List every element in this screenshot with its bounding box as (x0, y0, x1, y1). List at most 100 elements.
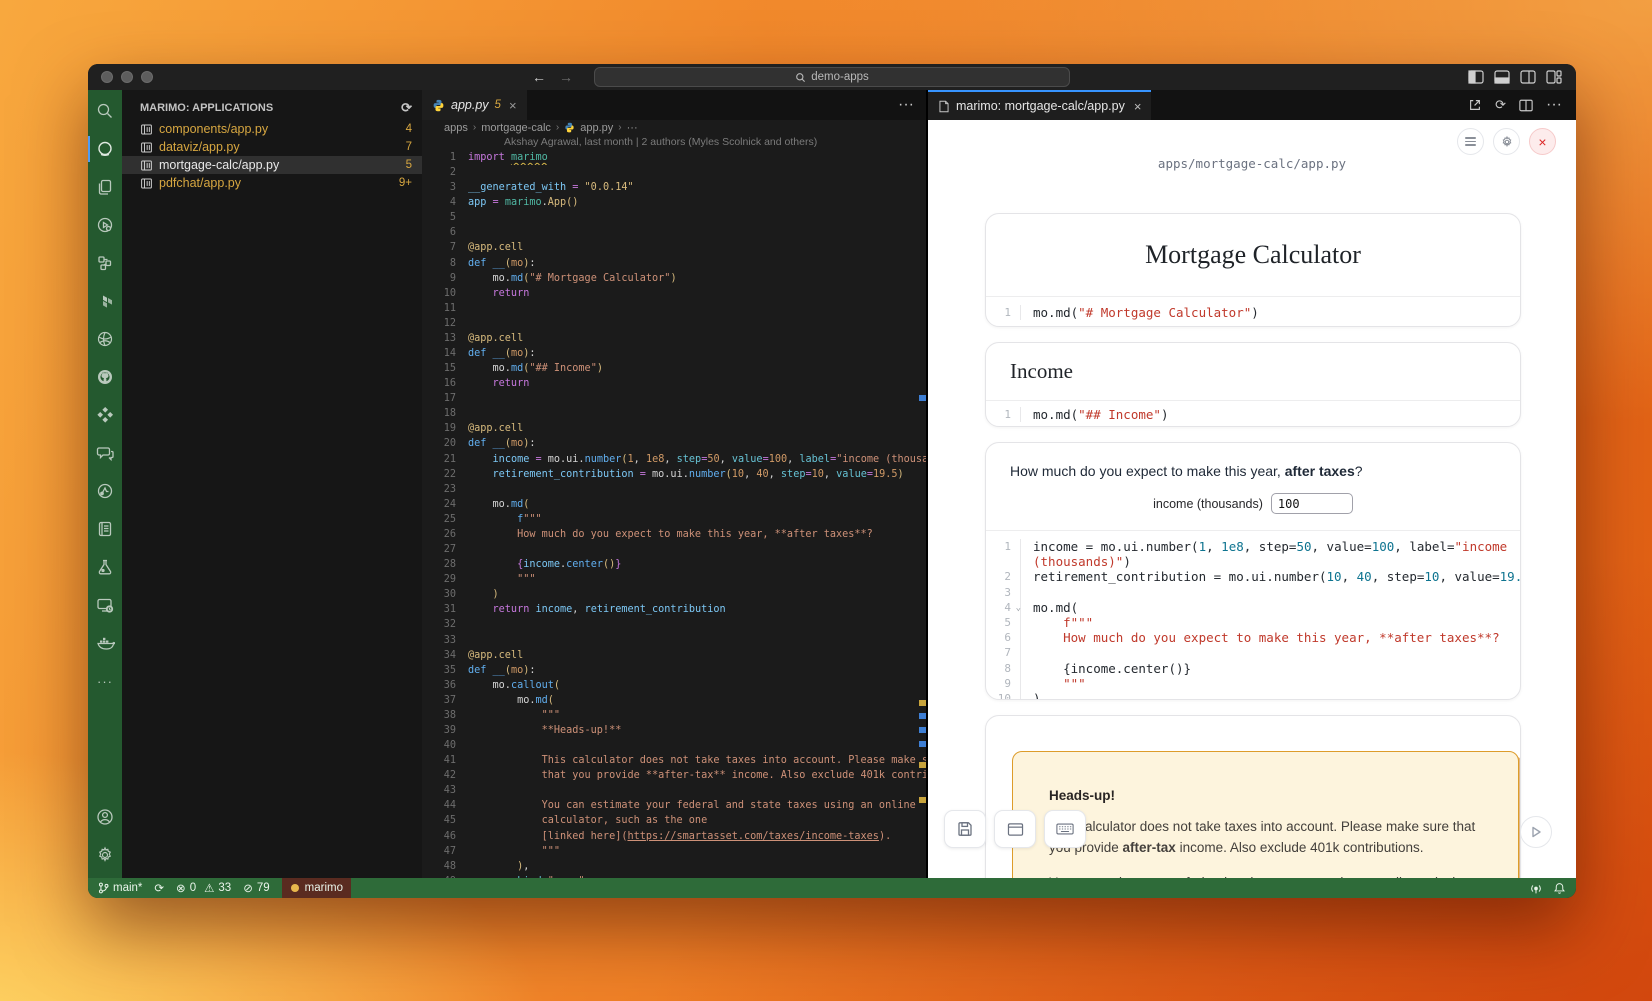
broadcast-icon[interactable] (1529, 882, 1543, 895)
code-line[interactable]: 18 (422, 406, 926, 421)
code-line[interactable]: 46 [linked here](https://smartasset.com/… (422, 829, 926, 844)
account-icon[interactable] (88, 798, 122, 836)
notebook-activity-icon[interactable] (88, 510, 122, 548)
code-line[interactable]: 44 You can estimate your federal and sta… (422, 798, 926, 813)
tab-marimo-webview[interactable]: marimo: mortgage-calc/app.py × (928, 90, 1151, 120)
tab-app-py[interactable]: app.py 5 × (422, 90, 527, 120)
close-tab-icon[interactable]: × (1134, 99, 1142, 114)
sidebar-file[interactable]: components/app.py4 (122, 120, 422, 138)
remote-monitor-activity-icon[interactable] (88, 586, 122, 624)
bell-icon[interactable] (1553, 882, 1566, 895)
code-line[interactable]: 39 **Heads-up!** (422, 723, 926, 738)
open-external-icon[interactable] (1468, 98, 1482, 112)
editor-more-actions-icon[interactable]: ··· (898, 96, 914, 114)
settings-gear-icon[interactable] (88, 836, 122, 874)
reload-webview-icon[interactable]: ⟳ (1495, 97, 1506, 113)
close-app-button[interactable]: × (1529, 128, 1556, 155)
breadcrumb-apps[interactable]: apps (444, 122, 468, 134)
sidebar-file[interactable]: mortgage-calc/app.py5 (122, 156, 422, 174)
toggle-sidebar-icon[interactable] (1468, 70, 1484, 84)
sidebar-file[interactable]: pdfchat/app.py9+ (122, 174, 422, 192)
docker-activity-icon[interactable] (88, 624, 122, 662)
code-line[interactable]: 16 return (422, 376, 926, 391)
problems-item[interactable]: ⊗0 ⚠33 (176, 881, 231, 895)
code-line[interactable]: 13@app.cell (422, 331, 926, 346)
code-line[interactable]: 32 (422, 617, 926, 632)
minimize-window-button[interactable] (121, 71, 133, 83)
forward-arrow-icon[interactable]: → (559, 69, 573, 85)
menu-button[interactable] (1457, 128, 1484, 155)
code-line[interactable]: 35def __(mo): (422, 663, 926, 678)
run-app-button[interactable] (1520, 816, 1552, 848)
code-line[interactable]: 6 (422, 225, 926, 240)
secondary-count-item[interactable]: ⊘79 (243, 881, 269, 895)
globe-activity-icon[interactable] (88, 320, 122, 358)
code-line[interactable]: 11 (422, 301, 926, 316)
code-line[interactable]: 41 This calculator does not take taxes i… (422, 753, 926, 768)
search-activity-icon[interactable] (88, 92, 122, 130)
zoom-window-button[interactable] (141, 71, 153, 83)
code-line[interactable]: 12 (422, 316, 926, 331)
git-branch-item[interactable]: main* (98, 882, 142, 894)
test-beaker-activity-icon[interactable] (88, 548, 122, 586)
code-line[interactable]: 45 calculator, such as the one (422, 813, 926, 828)
app-settings-button[interactable] (1493, 128, 1520, 155)
toggle-panel-icon[interactable] (1494, 70, 1510, 84)
terraform-activity-icon[interactable] (88, 282, 122, 320)
code-line[interactable]: 37 mo.md( (422, 693, 926, 708)
code-line[interactable]: 8def __(mo): (422, 256, 926, 271)
code-line[interactable]: 3__generated_with = "0.0.14" (422, 180, 926, 195)
code-line[interactable]: 1import marimo (422, 150, 926, 165)
breadcrumb-folder[interactable]: mortgage-calc (481, 122, 551, 134)
close-tab-icon[interactable]: × (509, 98, 517, 113)
save-button[interactable] (944, 810, 986, 848)
code-line[interactable]: 28 {income.center()} (422, 557, 926, 572)
run-circle-activity-icon[interactable] (88, 206, 122, 244)
income-number-input[interactable] (1271, 493, 1353, 514)
code-line[interactable]: 10 return (422, 286, 926, 301)
code-line[interactable]: 5 (422, 210, 926, 225)
code-line[interactable]: 31 return income, retirement_contributio… (422, 602, 926, 617)
split-editor-icon[interactable] (1519, 99, 1533, 112)
code-line[interactable]: 25 f""" (422, 512, 926, 527)
code-line[interactable]: 42 that you provide **after-tax** income… (422, 768, 926, 783)
keyboard-shortcuts-button[interactable] (1044, 810, 1086, 848)
code-line[interactable]: 14def __(mo): (422, 346, 926, 361)
code-line[interactable]: 47 """ (422, 844, 926, 859)
code-line[interactable]: 43 (422, 783, 926, 798)
code-line[interactable]: 2 (422, 165, 926, 180)
command-center-search[interactable]: demo-apps (594, 67, 1070, 87)
editor-layout-icon[interactable] (1546, 70, 1562, 84)
webview-more-actions-icon[interactable]: ··· (1546, 96, 1562, 114)
code-line[interactable]: 34@app.cell (422, 648, 926, 663)
code-line[interactable]: 23 (422, 482, 926, 497)
toggle-secondary-sidebar-icon[interactable] (1520, 70, 1536, 84)
code-line[interactable]: 4app = marimo.App() (422, 195, 926, 210)
code-line[interactable]: 26 How much do you expect to make this y… (422, 527, 926, 542)
refresh-icon[interactable]: ⟳ (401, 100, 412, 116)
code-line[interactable]: 24 mo.md( (422, 497, 926, 512)
code-line[interactable]: 29 """ (422, 572, 926, 587)
code-line[interactable]: 17 (422, 391, 926, 406)
code-line[interactable]: 36 mo.callout( (422, 678, 926, 693)
copy-activity-icon[interactable] (88, 168, 122, 206)
marimo-status-item[interactable]: marimo (282, 878, 351, 898)
code-line[interactable]: 38 """ (422, 708, 926, 723)
sync-changes-item[interactable]: ⟳ (154, 881, 164, 895)
back-arrow-icon[interactable]: ← (532, 69, 546, 85)
symbols-activity-icon[interactable] (88, 244, 122, 282)
diamonds-activity-icon[interactable] (88, 396, 122, 434)
sidebar-file[interactable]: dataviz/app.py7 (122, 138, 422, 156)
code-line[interactable]: 27 (422, 542, 926, 557)
code-line[interactable]: 30 ) (422, 587, 926, 602)
marimo-activity-icon[interactable] (88, 130, 122, 168)
code-editor[interactable]: Akshay Agrawal, last month | 2 authors (… (422, 135, 926, 878)
code-line[interactable]: 33 (422, 633, 926, 648)
code-line[interactable]: 15 mo.md("## Income") (422, 361, 926, 376)
git-blame-annotation[interactable]: Akshay Agrawal, last month | 2 authors (… (422, 135, 926, 150)
code-line[interactable]: 7@app.cell (422, 240, 926, 255)
code-line[interactable]: 20def __(mo): (422, 436, 926, 451)
fold-chevron-icon[interactable]: ⌄ (1016, 601, 1021, 616)
github-activity-icon[interactable] (88, 358, 122, 396)
panel-button[interactable] (994, 810, 1036, 848)
